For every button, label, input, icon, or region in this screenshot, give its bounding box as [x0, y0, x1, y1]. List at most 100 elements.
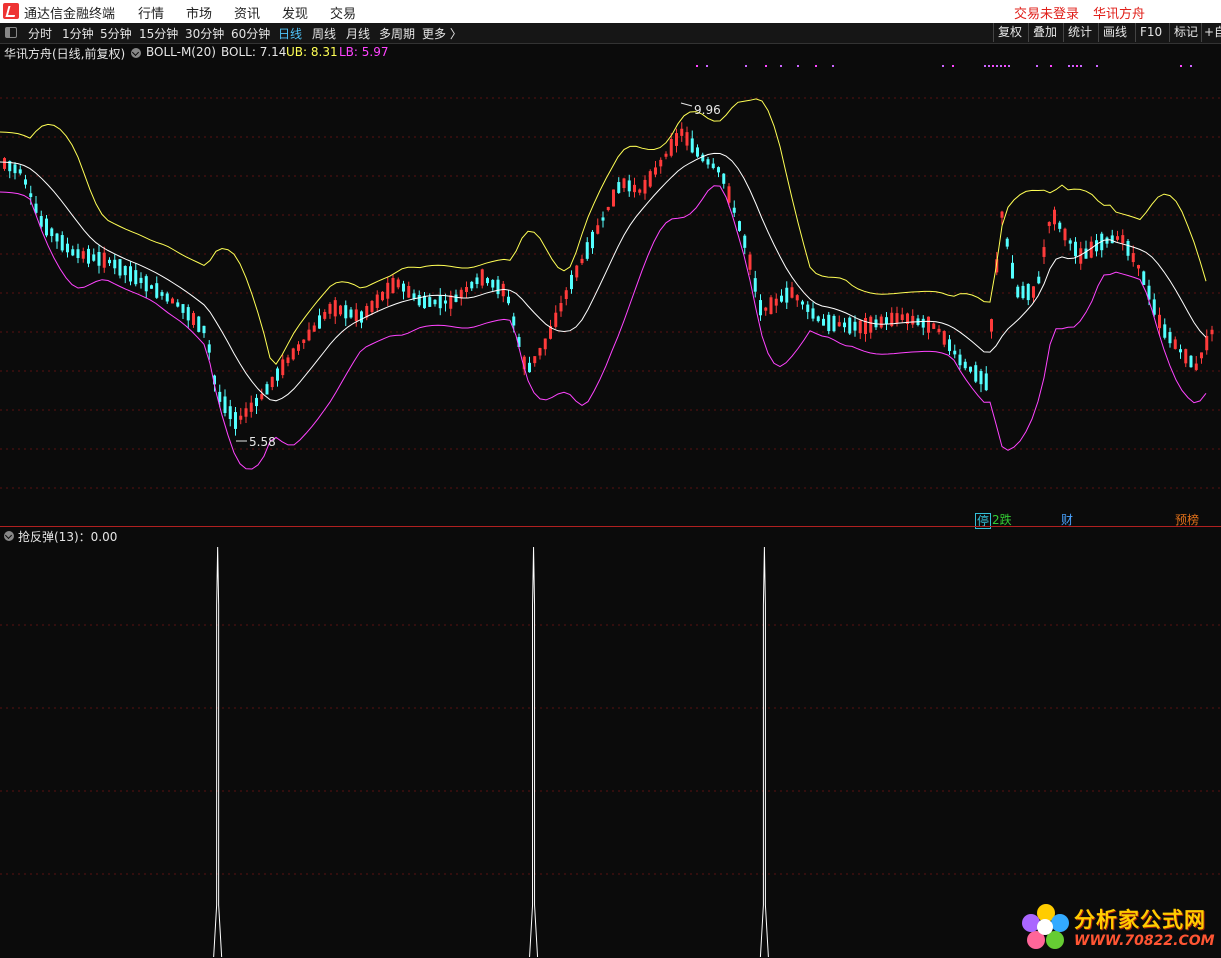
candle-body [543, 338, 547, 350]
lb-value: LB: 5.97 [339, 45, 389, 59]
adjust-button[interactable]: 复权 [993, 23, 1026, 42]
rebound-indicator-chart[interactable] [0, 545, 1221, 958]
candle-body [333, 300, 337, 317]
candle-body [1005, 238, 1009, 247]
bollinger-bands [0, 98, 1207, 470]
panel-divider[interactable] [0, 526, 1221, 527]
high-price-label: 9.96 [694, 103, 721, 117]
candle-body [575, 265, 579, 278]
event-dot [988, 65, 990, 67]
period-daily[interactable]: 日线 [278, 25, 302, 42]
candle-body [438, 295, 442, 309]
menu-market[interactable]: 市场 [186, 3, 212, 22]
candle-body [176, 302, 180, 307]
period-weekly[interactable]: 周线 [312, 25, 336, 42]
period-15min[interactable]: 15分钟 [139, 25, 178, 42]
candle-body [228, 406, 232, 420]
period-multi[interactable]: 多周期 [379, 25, 415, 42]
candle-body [512, 316, 516, 326]
candle-body [192, 313, 195, 325]
candle-body [265, 384, 269, 395]
mark-button[interactable]: 标记 [1169, 23, 1202, 42]
candle-body [171, 298, 174, 304]
candle-body [281, 359, 285, 376]
candle-body [486, 278, 489, 284]
candle-body [92, 254, 96, 261]
candle-body [654, 167, 657, 175]
draw-button[interactable]: 画线 [1098, 23, 1131, 42]
candle-body [39, 216, 43, 227]
panel-toggle-icon[interactable] [5, 27, 17, 38]
custom-button[interactable]: +自 [1201, 23, 1221, 42]
candle-body [633, 184, 636, 193]
indicator-dropdown-icon[interactable] [131, 48, 141, 58]
period-monthly[interactable]: 月线 [346, 25, 370, 42]
rebound-signal-bar [213, 546, 223, 958]
event-dot [1000, 65, 1002, 67]
sub-indicator-label[interactable]: 抢反弹(13)：0.00 [18, 528, 117, 545]
candle-body [617, 182, 621, 193]
candle-body [832, 315, 836, 332]
candle-body [1121, 235, 1125, 244]
period-5min[interactable]: 5分钟 [100, 25, 132, 42]
price-markers: 9.96 5.58 [236, 102, 721, 449]
candle-body [1137, 265, 1140, 269]
candle-body [150, 285, 153, 289]
menu-news[interactable]: 资讯 [234, 3, 260, 22]
candle-body [1016, 286, 1020, 298]
event-dot [745, 65, 747, 67]
boll-lower-line [0, 185, 1207, 470]
candlestick-chart[interactable]: 9.96 5.58 [0, 62, 1221, 525]
period-30min[interactable]: 30分钟 [185, 25, 224, 42]
candle-body [858, 320, 862, 334]
candle-body [1210, 329, 1214, 335]
candle-body [806, 304, 810, 312]
watermark-url: WWW.70822.COM [1074, 933, 1215, 949]
candle-body [1189, 355, 1193, 368]
candle-body [160, 292, 164, 296]
overlay-button[interactable]: 叠加 [1028, 23, 1061, 42]
candle-body [218, 391, 222, 402]
sub-grid [0, 624, 1221, 875]
period-more[interactable]: 更多 〉 [422, 25, 462, 42]
candle-body [853, 321, 857, 331]
badge-finance[interactable]: 财 [1060, 513, 1074, 527]
period-intraday[interactable]: 分时 [28, 25, 52, 42]
period-1min[interactable]: 1分钟 [62, 25, 94, 42]
candle-body [186, 307, 190, 321]
candle-body [480, 269, 484, 286]
candle-body [328, 303, 332, 314]
candle-body [979, 371, 983, 385]
indicator-name[interactable]: BOLL-M(20) [146, 45, 216, 59]
candle-body [974, 365, 978, 382]
rebound-signal-bar [759, 546, 769, 958]
candle-body [1084, 248, 1088, 259]
event-dot [797, 65, 799, 67]
badge-drop[interactable]: 2跌 [991, 513, 1013, 527]
stats-button[interactable]: 统计 [1063, 23, 1096, 42]
boll-mid-line [0, 152, 1207, 402]
f10-button[interactable]: F10 [1135, 23, 1166, 42]
menu-discover[interactable]: 发现 [282, 3, 308, 22]
event-dot [992, 65, 994, 67]
candle-body [354, 309, 358, 322]
candle-body [669, 138, 673, 156]
candle-body [87, 248, 90, 264]
stock-name: 华讯方舟 [4, 47, 53, 61]
brand-link[interactable]: 华讯方舟 [1093, 3, 1145, 22]
event-dot [984, 65, 986, 67]
badge-forecast[interactable]: 预榜 [1174, 513, 1200, 527]
candle-body [816, 316, 820, 322]
candle-body [1163, 324, 1167, 338]
candle-body [1032, 286, 1035, 298]
candle-body [1110, 235, 1114, 244]
menu-quotes[interactable]: 行情 [138, 3, 164, 22]
candle-body [1021, 285, 1025, 299]
sub-indicator-dropdown-icon[interactable] [4, 531, 14, 541]
login-status[interactable]: 交易未登录 [1014, 3, 1079, 22]
candle-body [696, 147, 699, 157]
menu-trade[interactable]: 交易 [330, 3, 356, 22]
candle-body [685, 132, 689, 146]
candle-body [144, 276, 148, 292]
period-60min[interactable]: 60分钟 [231, 25, 270, 42]
